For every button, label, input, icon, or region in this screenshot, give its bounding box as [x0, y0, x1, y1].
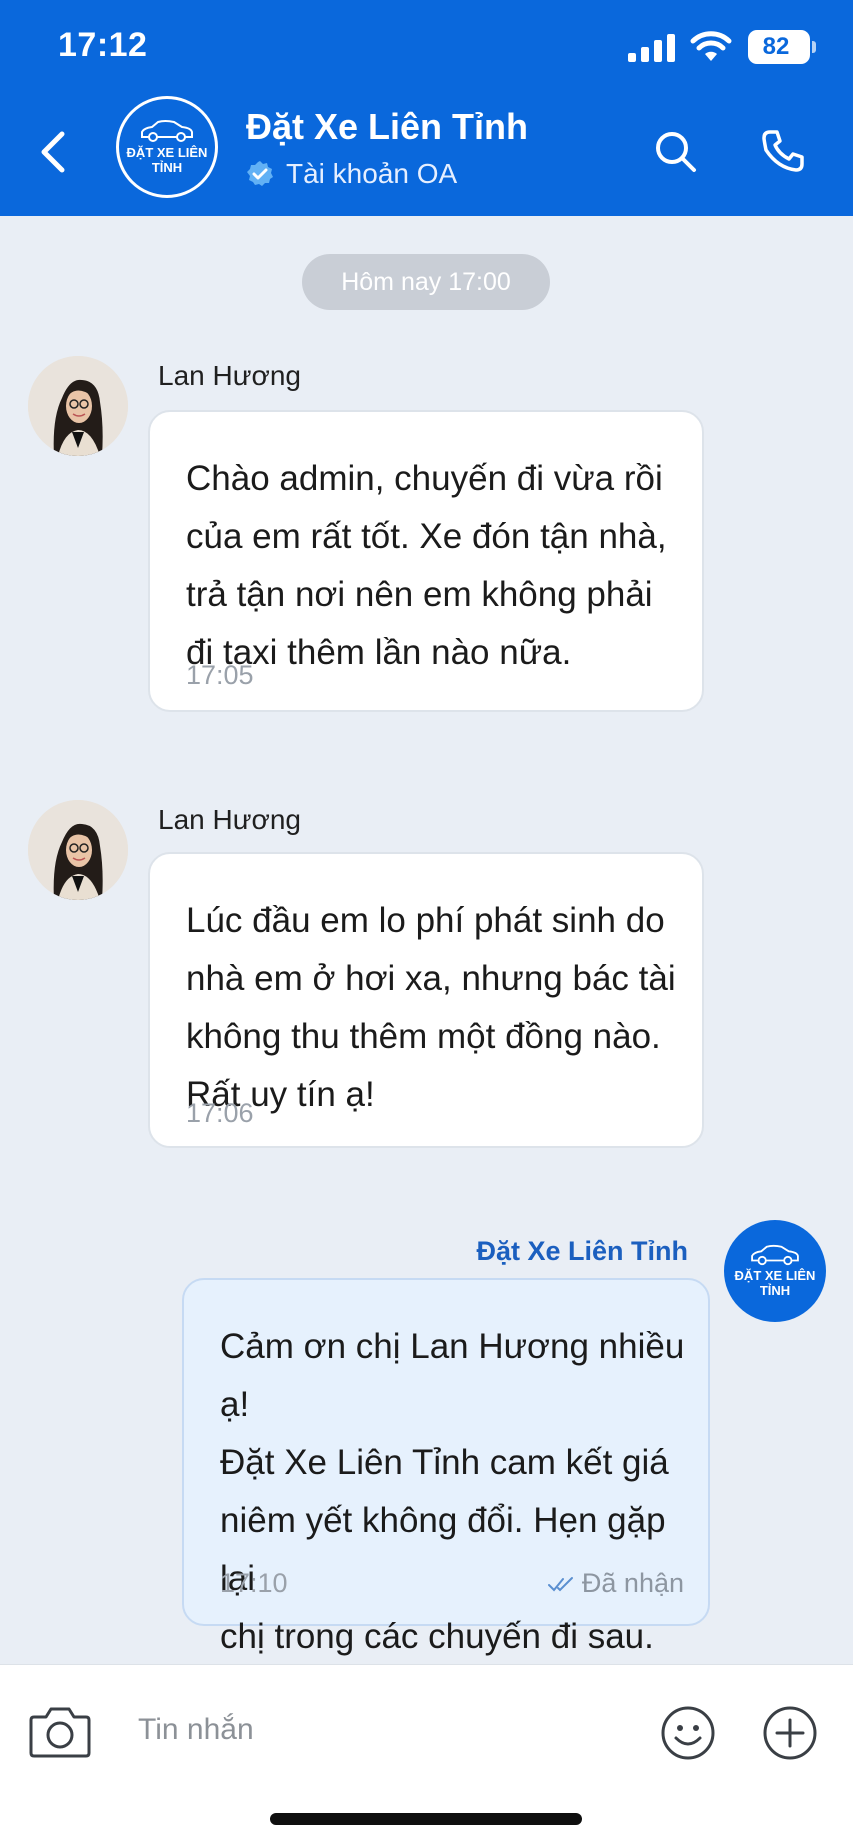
oa-logo-text: ĐẶT XE LIÊN TỈNH	[734, 1268, 816, 1298]
chat-title[interactable]: Đặt Xe Liên Tỉnh	[246, 106, 528, 148]
chat-header: 17:12 82 ĐẶT XE LIÊN TỈNH Đặt Xe Liên Tỉ…	[0, 0, 853, 216]
message-text: Lúc đầu em lo phí phát sinh do nhà em ở …	[186, 901, 676, 1114]
camera-icon[interactable]	[28, 1703, 92, 1759]
message-time: 17:05	[186, 660, 254, 690]
status-time: 17:12	[58, 26, 148, 64]
message-input[interactable]: Tin nhắn	[138, 1699, 618, 1761]
search-icon[interactable]	[652, 128, 698, 174]
message-composer: Tin nhắn	[0, 1664, 853, 1844]
day-separator: Hôm nay 17:00	[302, 254, 550, 310]
message-text: Chào admin, chuyến đi vừa rồi của em rất…	[186, 459, 667, 672]
sender-avatar[interactable]	[28, 356, 128, 456]
car-logo-icon	[141, 120, 193, 142]
sender-name: Lan Hương	[158, 804, 301, 835]
message-bubble[interactable]: Lúc đầu em lo phí phát sinh do nhà em ở …	[148, 852, 704, 1148]
car-logo-icon	[751, 1244, 799, 1266]
delivery-status-text: Đã nhận	[581, 1568, 684, 1598]
status-bar: 17:12 82	[0, 0, 853, 90]
message-text: Cảm ơn chị Lan Hương nhiều ạ! Đặt Xe Liê…	[220, 1327, 685, 1656]
person-photo-icon	[28, 800, 128, 900]
wifi-icon	[690, 31, 732, 61]
message-bubble[interactable]: Chào admin, chuyến đi vừa rồi của em rất…	[148, 410, 704, 712]
emoji-icon[interactable]	[660, 1705, 716, 1761]
person-photo-icon	[28, 356, 128, 456]
battery-icon: 82	[748, 30, 816, 64]
home-indicator[interactable]	[270, 1813, 582, 1825]
oa-logo-text: ĐẶT XE LIÊN TỈNH	[126, 145, 208, 175]
message-list[interactable]: Hôm nay 17:00 Lan Hương Chào admin, chuy…	[0, 216, 853, 1664]
sender-avatar[interactable]	[28, 800, 128, 900]
phone-icon[interactable]	[760, 128, 806, 174]
battery-level: 82	[762, 33, 790, 60]
verified-badge-icon	[247, 161, 273, 186]
oa-avatar[interactable]: ĐẶT XE LIÊN TỈNH	[116, 96, 218, 198]
message-time: 17:06	[186, 1098, 254, 1128]
message-bubble[interactable]: Cảm ơn chị Lan Hương nhiều ạ! Đặt Xe Liê…	[182, 1278, 710, 1656]
sender-name: Lan Hương	[158, 360, 301, 391]
back-arrow-icon[interactable]	[36, 128, 72, 176]
chat-subtitle: Tài khoản OA	[286, 158, 458, 189]
signal-icon	[628, 34, 675, 62]
message-time: 17:10	[220, 1568, 288, 1598]
delivery-status: Đã nhận	[547, 1568, 684, 1599]
oa-avatar[interactable]: ĐẶT XE LIÊN TỈNH	[724, 1220, 826, 1322]
double-check-icon	[547, 1576, 573, 1591]
plus-icon[interactable]	[762, 1705, 818, 1761]
oa-sender-name: Đặt Xe Liên Tỉnh	[476, 1236, 688, 1266]
